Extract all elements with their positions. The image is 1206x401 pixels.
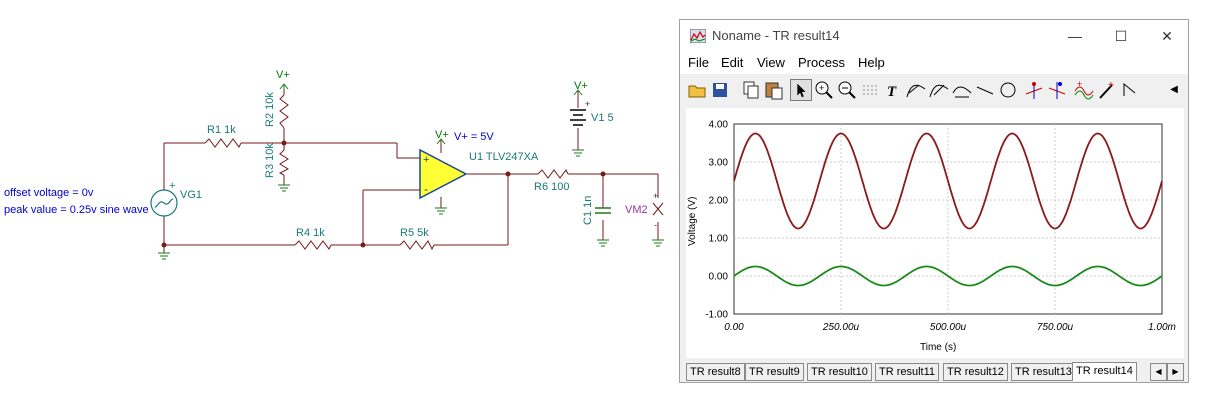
transient-plot[interactable]: 4.003.002.001.000.00-1.00 0.00 250.00u 500… xyxy=(686,108,1184,358)
menu-view[interactable]: View xyxy=(757,55,785,70)
text-icon[interactable]: T xyxy=(882,79,904,101)
tab-tr-result14[interactable]: TR result14 xyxy=(1072,362,1137,381)
app-chart-icon xyxy=(690,29,706,43)
label-u1: U1 TLV247XA xyxy=(469,151,539,163)
tr-result-window[interactable]: Noname - TR result14 — ☐ ✕ File Edit Vie… xyxy=(679,19,1189,383)
svg-text:T: T xyxy=(887,84,897,100)
y-tick-label: 0.00 xyxy=(709,272,729,283)
label-vplus-v1: V+ xyxy=(574,80,588,92)
tab-tr-result10[interactable]: TR result10 xyxy=(807,363,872,381)
y-tick-label: -1.00 xyxy=(705,310,728,321)
copy-icon[interactable] xyxy=(740,79,762,101)
menu-file[interactable]: File xyxy=(688,55,709,70)
tab-tr-result8[interactable]: TR result8 xyxy=(686,363,745,381)
label-r1: R1 1k xyxy=(207,124,236,136)
label-r6: R6 100 xyxy=(534,181,569,193)
resistor-r2[interactable] xyxy=(279,94,289,129)
label-v1: V1 5 xyxy=(591,112,614,124)
grid-icon[interactable] xyxy=(859,79,881,101)
y-tick-label: 3.00 xyxy=(709,158,729,169)
x-tick-label: 500.00u xyxy=(930,322,967,333)
label-vplus-value: V+ = 5V xyxy=(454,131,494,143)
battery-v1[interactable] xyxy=(570,109,586,126)
tab-scroll-left[interactable]: ◀ xyxy=(1150,363,1167,381)
line-icon[interactable] xyxy=(974,79,996,101)
x-tick-label: 0.00 xyxy=(724,322,744,333)
opamp-u1[interactable]: + - xyxy=(419,148,468,200)
tab-tr-result9[interactable]: TR result9 xyxy=(745,363,804,381)
svg-text:+: + xyxy=(1108,80,1114,91)
x-axis-label: Time (s) xyxy=(920,342,956,353)
svg-text:+: + xyxy=(1077,79,1082,89)
zoom-out-icon[interactable] xyxy=(836,79,858,101)
title-bar[interactable]: Noname - TR result14 — ☐ ✕ xyxy=(680,20,1188,52)
maximize-button[interactable]: ☐ xyxy=(1098,20,1144,52)
resistor-r4[interactable] xyxy=(294,240,332,250)
vm2-minus: - xyxy=(654,220,657,230)
tab-tr-result12[interactable]: TR result12 xyxy=(943,363,1008,381)
capacitor-c1[interactable] xyxy=(595,207,611,214)
zoom-in-icon[interactable]: + xyxy=(813,79,835,101)
tab-tr-result11[interactable]: TR result11 xyxy=(875,363,940,381)
close-button[interactable]: ✕ xyxy=(1144,20,1190,52)
circle-icon[interactable] xyxy=(997,79,1019,101)
opamp-minus: - xyxy=(424,182,428,196)
cursor-a-icon[interactable] xyxy=(905,79,927,101)
x-tick-label: 750.00u xyxy=(1037,322,1074,333)
marker-b-icon[interactable] xyxy=(1046,79,1068,101)
cursor-b-icon[interactable] xyxy=(928,79,950,101)
offset-voltage-note: offset voltage = 0v xyxy=(4,187,94,199)
probe-icon[interactable]: + xyxy=(1096,79,1118,101)
y-tick-label: 4.00 xyxy=(709,120,729,131)
menu-process[interactable]: Process xyxy=(798,55,845,70)
tab-scroll-right[interactable]: ▶ xyxy=(1167,363,1184,381)
svg-text:+: + xyxy=(819,83,824,93)
x-tick-label: 1.00m xyxy=(1148,322,1176,333)
vm2-plus: + xyxy=(653,191,658,201)
toolbar-scroll-left[interactable]: ◀ xyxy=(1168,79,1180,101)
label-c1: C1 1n xyxy=(582,196,594,225)
y-tick-label: 1.00 xyxy=(709,234,729,245)
window-title: Noname - TR result14 xyxy=(712,28,840,43)
paste-icon[interactable] xyxy=(763,79,785,101)
open-icon[interactable] xyxy=(686,79,708,101)
peak-value-note: peak value = 0.25v sine wave xyxy=(4,204,149,216)
menu-bar: File Edit View Process Help xyxy=(680,52,1188,74)
v1-plus: + xyxy=(585,99,590,109)
label-vplus-opamp: V+ xyxy=(435,129,449,141)
y-axis-label: Voltage (V) xyxy=(687,197,698,246)
output-voltage-trace[interactable] xyxy=(733,132,1163,230)
resistor-r6[interactable] xyxy=(537,169,569,179)
label-vg1: VG1 xyxy=(180,189,202,201)
pointer-icon[interactable] xyxy=(790,79,812,101)
circuit-schematic[interactable]: + + - + - + offset voltage = 0v peak val… xyxy=(0,0,675,401)
resistor-r1[interactable] xyxy=(204,138,242,148)
minimize-button[interactable]: — xyxy=(1052,20,1098,52)
step-icon[interactable] xyxy=(1119,79,1141,101)
label-r5: R5 5k xyxy=(400,227,429,239)
toolbar: + T + + ◀ xyxy=(686,77,1183,105)
result-tabs: TR result8 TR result9 TR result10 TR res… xyxy=(686,362,1184,382)
x-tick-label: 250.00u xyxy=(822,322,860,333)
resistor-r5[interactable] xyxy=(399,240,435,251)
cursor-c-icon[interactable] xyxy=(951,79,973,101)
menu-help[interactable]: Help xyxy=(858,55,885,70)
save-icon[interactable] xyxy=(709,79,731,101)
label-r4: R4 1k xyxy=(296,227,325,239)
label-r2: R2 10k xyxy=(264,92,276,127)
label-vplus-r2: V+ xyxy=(276,69,290,81)
label-r3: R3 10k xyxy=(264,143,276,178)
label-vm2: VM2 xyxy=(625,204,648,216)
resistor-r3[interactable] xyxy=(278,149,290,176)
vg1-plus-sign: + xyxy=(169,180,175,192)
marker-a-icon[interactable] xyxy=(1023,79,1045,101)
y-tick-label: 2.00 xyxy=(709,196,729,207)
menu-edit[interactable]: Edit xyxy=(721,55,743,70)
wave-icon[interactable]: + xyxy=(1073,79,1095,101)
tab-tr-result13[interactable]: TR result13 xyxy=(1011,363,1076,381)
opamp-plus: + xyxy=(423,154,429,166)
